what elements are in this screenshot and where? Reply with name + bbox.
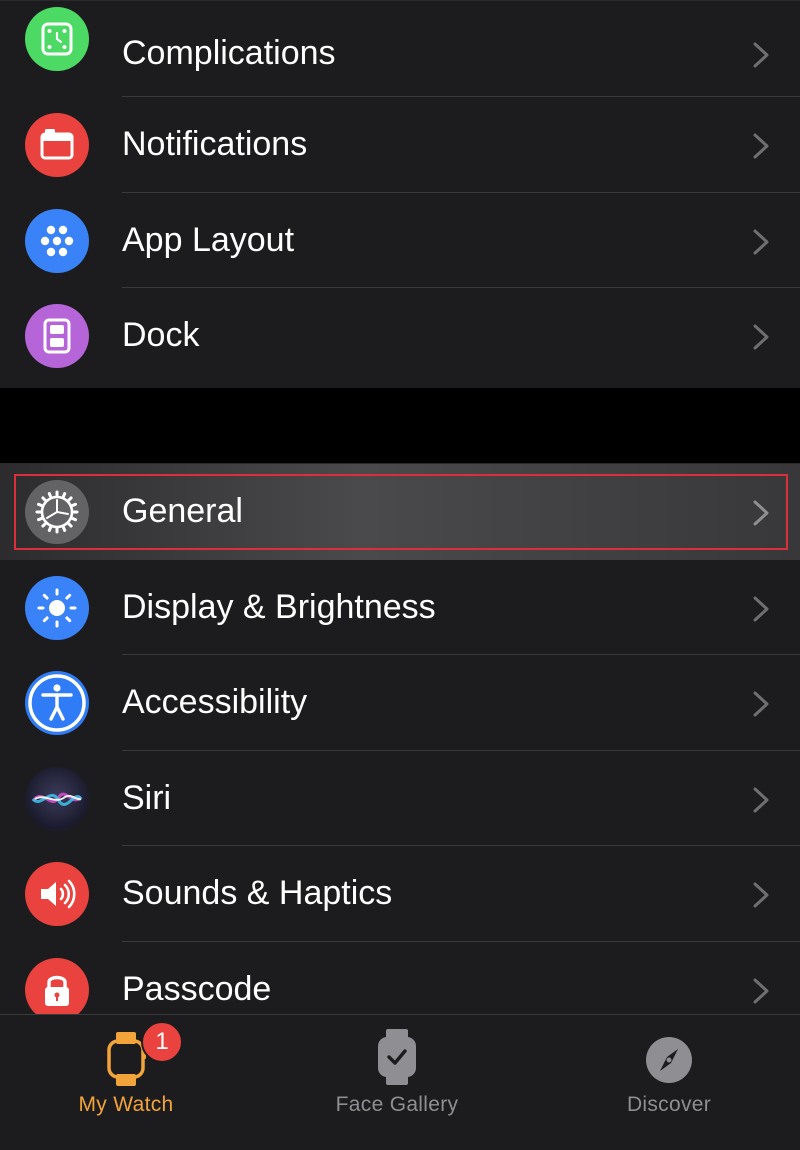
row-label: Notifications [122,125,308,163]
settings-group-top: Complications Notifications App Layout D… [0,0,800,388]
row-general[interactable]: General [0,464,800,560]
lock-icon [25,957,89,1022]
notification-badge: 1 [141,1021,183,1063]
chevron-right-icon [753,596,769,621]
tab-label: Face Gallery [335,1093,459,1116]
chevron-right-icon [753,500,769,526]
row-notifications[interactable]: Notifications [0,97,800,193]
tab-bar: 1 My Watch Face Gallery Discover [0,1014,800,1150]
row-label: Accessibility [122,683,308,721]
row-label: Sounds & Haptics [122,874,393,912]
row-app-layout[interactable]: App Layout [0,193,800,288]
complications-icon [25,7,89,71]
chevron-right-icon [753,133,769,159]
tab-face-gallery[interactable]: Face Gallery [297,1015,497,1150]
chevron-right-icon [753,882,769,908]
settings-group-bottom: General Display & Brightness Accessibili… [0,463,800,1023]
chevron-right-icon [753,42,769,68]
chevron-right-icon [753,787,769,812]
accessibility-icon [25,671,89,735]
row-accessibility[interactable]: Accessibility [0,655,800,751]
brightness-icon [25,575,89,640]
tab-my-watch[interactable]: 1 My Watch [26,1015,226,1150]
face-gallery-icon [378,1029,416,1085]
tab-label: Discover [626,1093,712,1116]
row-label: Siri [122,778,172,817]
row-label: App Layout [122,220,295,259]
chevron-right-icon [753,691,769,717]
tab-label: My Watch [78,1093,174,1116]
dock-icon [25,304,89,368]
row-label: Display & Brightness [122,587,436,626]
row-siri[interactable]: Siri [0,751,800,846]
speaker-icon [25,862,89,926]
siri-icon [25,766,89,831]
chevron-right-icon [753,978,769,1003]
chevron-right-icon [753,229,769,254]
tab-discover[interactable]: Discover [569,1015,769,1150]
row-label: Complications [122,34,336,72]
row-complications[interactable]: Complications [0,1,800,97]
notifications-icon [25,113,89,177]
app-layout-icon [25,208,89,273]
chevron-right-icon [753,324,769,350]
compass-icon [646,1037,692,1083]
row-label: Dock [122,316,200,354]
row-label: General [122,492,243,530]
row-display-brightness[interactable]: Display & Brightness [0,560,800,655]
gear-icon [25,480,89,544]
row-sounds-haptics[interactable]: Sounds & Haptics [0,846,800,942]
row-dock[interactable]: Dock [0,288,800,384]
